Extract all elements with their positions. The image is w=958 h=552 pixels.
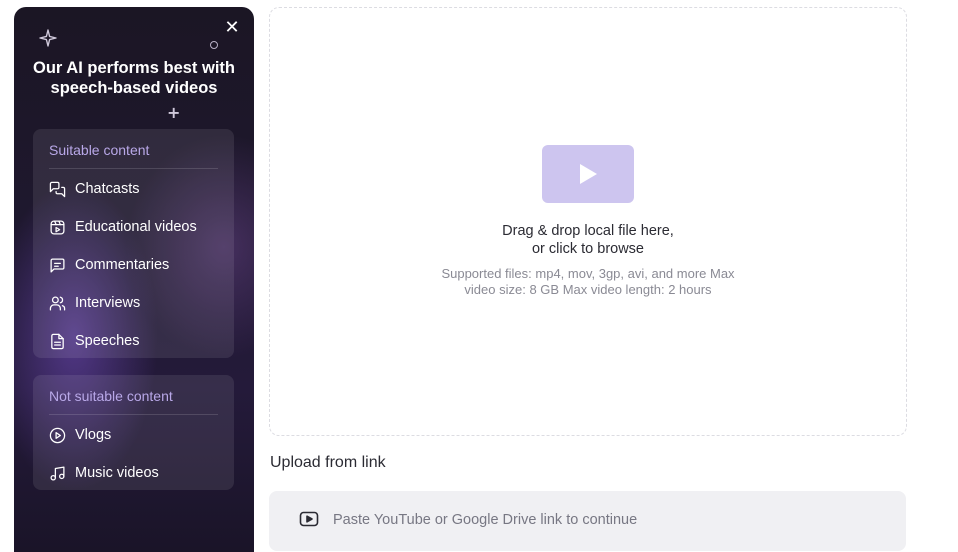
divider xyxy=(49,414,218,415)
upload-from-link-heading: Upload from link xyxy=(270,454,386,471)
chat-bubbles-icon xyxy=(49,181,66,197)
suitable-content-card: Suitable content Chatcasts Educational v… xyxy=(33,129,234,358)
play-icon xyxy=(580,164,597,184)
list-item-interviews: Interviews xyxy=(49,293,140,313)
file-drop-zone[interactable]: Drag & drop local file here, or click to… xyxy=(269,7,907,436)
list-item-commentaries: Commentaries xyxy=(49,255,169,275)
list-item-chatcasts: Chatcasts xyxy=(49,179,139,199)
list-item-vlogs: Vlogs xyxy=(49,425,111,445)
play-circle-icon xyxy=(49,427,66,443)
content-guidance-panel: ✕ + Our AI performs best with speech-bas… xyxy=(14,7,254,552)
youtube-icon xyxy=(299,511,319,527)
sparkle-icon xyxy=(39,29,57,47)
video-lesson-icon xyxy=(50,219,65,235)
list-item-music-videos: Music videos xyxy=(49,463,159,483)
file-limits-text: video size: 8 GB Max video length: 2 hou… xyxy=(464,282,712,297)
browse-hint: or click to browse xyxy=(531,241,644,257)
link-input-container[interactable] xyxy=(269,491,906,551)
close-icon[interactable]: ✕ xyxy=(223,19,241,37)
video-placeholder-tile xyxy=(542,145,634,203)
divider xyxy=(49,168,218,169)
supported-files-text: Supported files: mp4, mov, 3gp, avi, and… xyxy=(441,266,735,281)
comment-icon xyxy=(50,257,65,273)
drop-zone-title: Drag & drop local file here, xyxy=(502,223,674,239)
document-icon xyxy=(51,333,64,349)
list-item-speeches: Speeches xyxy=(49,331,140,351)
suitable-content-heading: Suitable content xyxy=(49,142,150,158)
not-suitable-content-heading: Not suitable content xyxy=(49,388,173,404)
music-note-icon xyxy=(50,465,65,481)
video-link-input[interactable] xyxy=(333,509,873,531)
list-item-educational-videos: Educational videos xyxy=(49,217,197,237)
not-suitable-content-card: Not suitable content Vlogs Music videos xyxy=(33,375,234,490)
panel-title: Our AI performs best with speech-based v… xyxy=(33,59,235,97)
decorative-plus-icon: + xyxy=(167,103,181,122)
decorative-circle-icon xyxy=(210,41,218,49)
people-icon xyxy=(49,295,66,311)
